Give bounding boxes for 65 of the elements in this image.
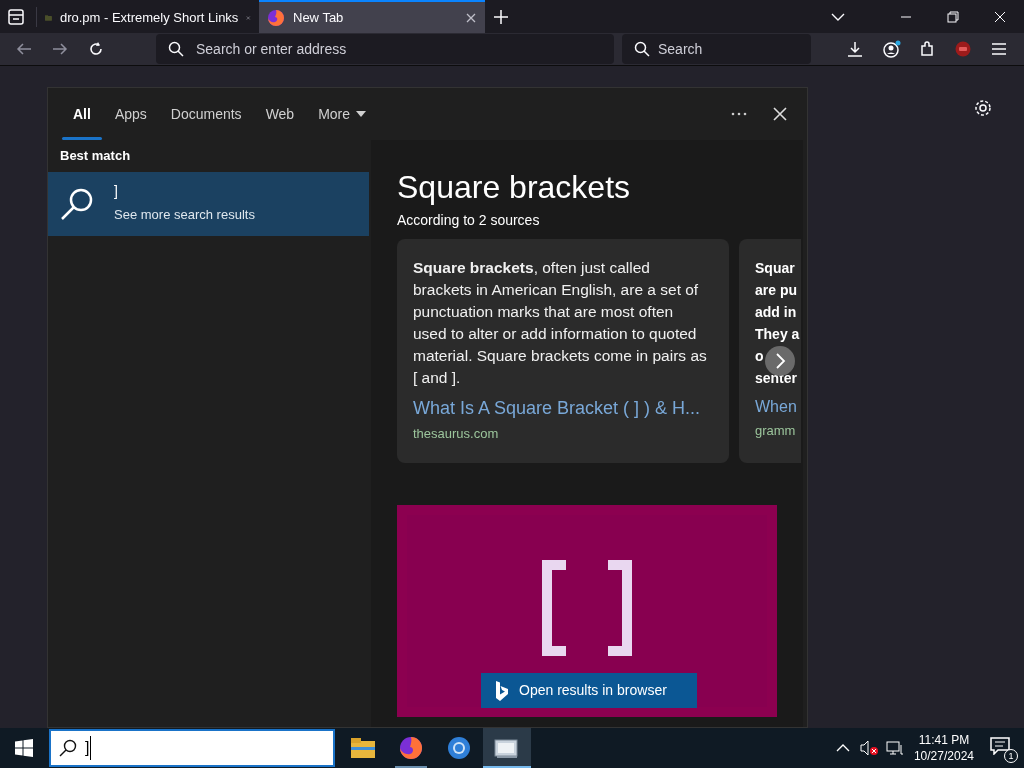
source-link[interactable]: When [755, 395, 797, 419]
filter-tab[interactable]: Documents [158, 88, 254, 140]
source-link[interactable]: What Is A Square Bracket ( ] ) & H... [413, 395, 701, 422]
search-icon [60, 187, 94, 221]
message-icon [990, 737, 1010, 755]
taskbar-app[interactable] [483, 728, 531, 768]
account-icon[interactable] [883, 40, 901, 58]
circle-icon [447, 736, 471, 760]
result-subtitle: See more search results [114, 206, 255, 225]
speaker-muted-icon[interactable] [859, 740, 878, 756]
search-icon [168, 41, 184, 57]
answer-text-line: are pu [755, 281, 797, 300]
fox-globe-icon [267, 8, 285, 27]
result-title: ] [114, 183, 118, 200]
restore-icon[interactable] [947, 10, 959, 23]
folder-icon [351, 738, 375, 758]
search-icon [59, 739, 77, 757]
filter-tab[interactable]: Web [253, 88, 307, 140]
answer-subtitle: According to 2 sources [397, 211, 540, 230]
answer-text-line: They a [755, 325, 800, 344]
answer-text-line: o [755, 347, 764, 366]
result-item[interactable]: ] See more search results [48, 172, 369, 236]
b-logo-icon [495, 680, 509, 701]
more-icon[interactable] [731, 112, 747, 116]
tab-title: dro.pm - Extremely Short Links [59, 8, 239, 27]
open-in-browser-button[interactable]: Open results in browser [481, 673, 697, 708]
answer-text-line: add in [755, 303, 797, 322]
back-icon[interactable] [16, 42, 32, 56]
windows-icon[interactable] [15, 739, 33, 757]
source-domain: gramm [755, 422, 796, 440]
forward-icon[interactable] [52, 42, 68, 56]
tab-title: New Tab [293, 8, 345, 27]
section-label: Best match [59, 147, 132, 166]
answer-text-line: Squar [755, 259, 795, 278]
filter-tab[interactable]: Apps [102, 88, 159, 140]
close-icon[interactable] [773, 107, 787, 121]
reload-icon[interactable] [88, 41, 104, 57]
chevron-down-icon[interactable] [831, 11, 845, 22]
address-placeholder: Search or enter address [196, 39, 347, 59]
address-bar[interactable]: Search or enter address [156, 34, 614, 64]
clock-time: 11:41 PM [918, 732, 970, 748]
search-value: ] [85, 736, 92, 760]
notification-count: 1 [1004, 749, 1018, 763]
search-icon [634, 41, 650, 57]
shield-badge-icon[interactable] [955, 41, 971, 57]
browser-tab[interactable]: New Tab [259, 0, 485, 33]
chevron-up-icon[interactable] [835, 744, 850, 752]
window-icon [494, 737, 520, 759]
clock-date: 10/27/2024 [913, 748, 974, 764]
fox-globe-icon [399, 736, 423, 760]
menu-icon[interactable] [991, 42, 1007, 56]
search-placeholder: Search [658, 39, 703, 59]
new-tab-icon[interactable] [493, 8, 509, 25]
answer-title: Square brackets [397, 168, 630, 206]
download-icon[interactable] [847, 41, 863, 57]
taskbar-search-field[interactable]: ] [49, 729, 335, 767]
network-icon[interactable] [885, 740, 904, 756]
answer-text: Square brackets, often just called brackets in American English, are a set of punctuation marks that are most often used to alter or add information to quoted material. Square brackets come in pairs as [ and ]. [413, 258, 708, 388]
filter-tab[interactable]: More [306, 88, 379, 140]
source-domain: thesaurus.com [413, 425, 499, 443]
settings-icon[interactable] [974, 99, 992, 117]
filter-tab[interactable]: All [61, 88, 103, 140]
search-bar[interactable]: Search [622, 34, 811, 64]
answer-text-line: senter [755, 369, 798, 388]
clock[interactable]: 11:41 PM 10/27/2024 [913, 732, 974, 764]
